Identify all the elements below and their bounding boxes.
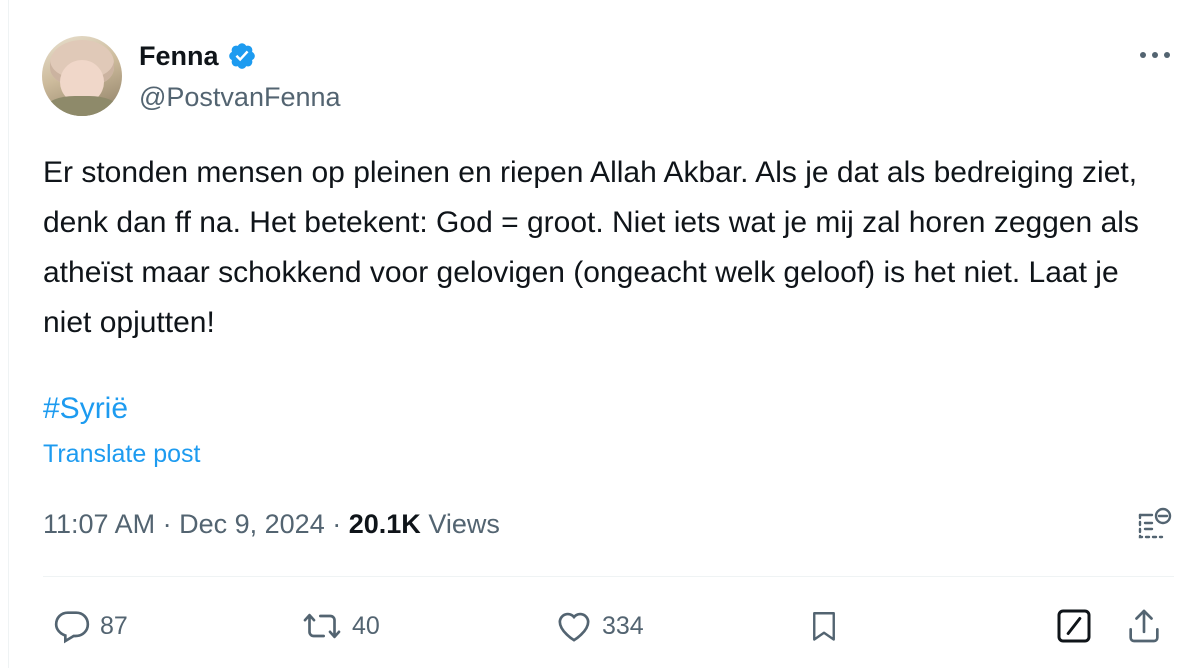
edit-icon [1057, 609, 1091, 643]
timeline-border [8, 0, 9, 668]
divider [43, 576, 1174, 577]
repost-button[interactable]: 40 [300, 605, 380, 647]
repost-count: 40 [352, 611, 380, 640]
post-meta: 11:07 AM · Dec 9, 2024 · 20.1K Views [43, 505, 500, 543]
author-name[interactable]: Fenna [139, 38, 219, 74]
author-handle[interactable]: @PostvanFenna [139, 80, 341, 114]
post-date[interactable]: Dec 9, 2024 [179, 509, 325, 539]
views-count: 20.1K [348, 509, 421, 539]
translate-post-link[interactable]: Translate post [43, 436, 200, 472]
like-button[interactable]: 334 [554, 605, 644, 647]
reply-count: 87 [100, 611, 128, 640]
bookmark-icon [813, 612, 835, 641]
share-button[interactable] [1124, 605, 1164, 647]
post-time[interactable]: 11:07 AM [43, 509, 155, 539]
grok-icon[interactable] [1134, 505, 1174, 545]
reply-icon [54, 611, 90, 644]
edit-button[interactable] [1054, 605, 1094, 647]
post-text: Er stonden mensen op pleinen en riepen A… [43, 156, 1139, 339]
share-icon [1129, 609, 1159, 643]
views-label: Views [428, 509, 500, 539]
verified-badge-icon [228, 43, 255, 69]
meta-separator: · [162, 509, 172, 539]
avatar[interactable] [42, 36, 122, 116]
like-count: 334 [602, 611, 644, 640]
repost-icon [303, 613, 341, 639]
author-name-row[interactable]: Fenna [139, 38, 257, 74]
like-icon [558, 612, 590, 642]
reply-button[interactable]: 87 [52, 605, 128, 647]
meta-separator: · [332, 509, 342, 539]
more-icon [1140, 52, 1170, 58]
bookmark-button[interactable] [806, 605, 842, 647]
hashtag-link[interactable]: #Syrië [43, 386, 128, 432]
more-button[interactable] [1138, 42, 1172, 68]
